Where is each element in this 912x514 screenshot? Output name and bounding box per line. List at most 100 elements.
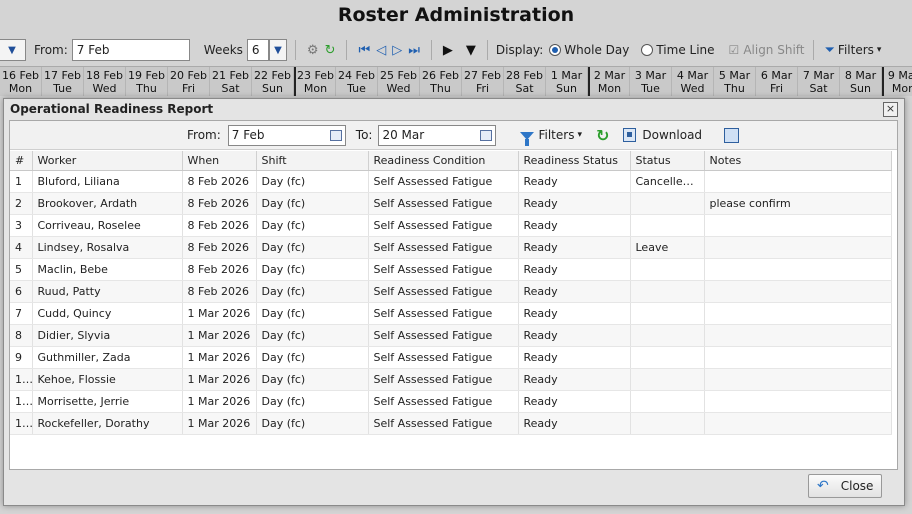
row-number: 9 [10, 346, 33, 369]
table-row[interactable]: 2 Brookover, Ardath 8 Feb 2026 Day (fc) Self… [10, 192, 892, 215]
shift-cell: Day (fc) [256, 214, 369, 237]
first-page-icon[interactable]: ⏮ [358, 43, 370, 58]
table-row[interactable]: 1 Bluford, Liliana 8 Feb 2026 Day (fc) Self … [10, 170, 892, 193]
status-cell [630, 412, 705, 435]
date-column-header[interactable]: 19 Feb Thu [126, 67, 168, 96]
shift-cell: Day (fc) [256, 390, 369, 413]
download-button[interactable]: Download [623, 128, 702, 142]
table-row[interactable]: 6 Ruud, Patty 8 Feb 2026 Day (fc) Self Asses… [10, 280, 892, 303]
date-column-header[interactable]: 1 Mar Sun [546, 67, 588, 96]
table-row[interactable]: 7 Cudd, Quincy 1 Mar 2026 Day (fc) Self Asse… [10, 302, 892, 325]
shift-cell: Day (fc) [256, 324, 369, 347]
close-icon[interactable]: × [883, 102, 898, 117]
status-cell [630, 324, 705, 347]
column-header[interactable]: Readiness Condition [368, 151, 519, 171]
weekday-label: Sun [556, 82, 577, 95]
date-label: 8 Mar [844, 69, 877, 82]
refresh-icon[interactable]: ↻ [325, 43, 336, 58]
weekday-label: Tue [347, 82, 366, 95]
calendar-icon[interactable] [480, 129, 493, 141]
column-header[interactable]: Worker [32, 151, 183, 171]
table-row[interactable]: 8 Didier, Slyvia 1 Mar 2026 Day (fc) Self As… [10, 324, 892, 347]
report-to-input[interactable]: 20 Mar [378, 124, 497, 146]
column-header[interactable]: When [182, 151, 257, 171]
weekday-label: Wed [680, 82, 705, 95]
table-row[interactable]: 10 Kehoe, Flossie 1 Mar 2026 Day (fc) Self A… [10, 368, 892, 391]
date-column-header[interactable]: 27 Feb Fri [462, 67, 504, 96]
date-column-header[interactable]: 24 Feb Tue [336, 67, 378, 96]
row-number: 3 [10, 214, 33, 237]
previous-icon[interactable]: ◁ [376, 43, 386, 58]
last-page-icon[interactable]: ⏭ [408, 43, 420, 58]
worker-cell: Cudd, Quincy [32, 302, 183, 325]
date-column-header[interactable]: 17 Feb Tue [42, 67, 84, 96]
filters-menu[interactable]: Filters [838, 43, 874, 57]
time-line-radio[interactable] [641, 44, 654, 56]
weekday-label: Wed [386, 82, 411, 95]
table-row[interactable]: 11 Morrisette, Jerrie 1 Mar 2026 Day (fc) Se… [10, 390, 892, 413]
date-label: 16 Feb [2, 69, 39, 82]
date-column-header[interactable]: 28 Feb Sat [504, 67, 546, 96]
align-shift-checkbox[interactable]: ☑ [729, 43, 740, 57]
gear-icon[interactable]: ⚙ [307, 43, 319, 58]
date-label: 7 Mar [802, 69, 835, 82]
table-header-row: # Worker When Shift Readiness Condition Readi… [10, 151, 892, 171]
from-date-input[interactable]: 7 Feb [71, 39, 190, 61]
refresh-icon[interactable]: ↻ [596, 126, 609, 145]
date-column-header[interactable]: 3 Mar Tue [630, 67, 672, 96]
worker-cell: Lindsey, Rosalva [32, 236, 183, 259]
calendar-icon[interactable] [329, 129, 342, 141]
date-label: 28 Feb [506, 69, 543, 82]
weeks-dropdown[interactable]: ▼ [268, 39, 287, 61]
date-column-header[interactable]: 18 Feb Wed [84, 67, 126, 96]
date-column-header[interactable]: 6 Mar Fri [756, 67, 798, 96]
table-row[interactable]: 12 Rockefeller, Dorathy 1 Mar 2026 Day (fc)… [10, 412, 892, 435]
date-column-header[interactable]: 26 Feb Thu [420, 67, 462, 96]
readiness-condition-cell: Self Assessed Fatigue [368, 236, 519, 259]
play-icon[interactable]: ▶ [443, 43, 453, 58]
table-row[interactable]: 4 Lindsey, Rosalva 8 Feb 2026 Day (fc) Self … [10, 236, 892, 259]
report-panel: From: 7 Feb To: 20 Mar Filters ▾ ↻ Downl… [9, 120, 898, 470]
table-row[interactable]: 5 Maclin, Bebe 8 Feb 2026 Day (fc) Self Asse… [10, 258, 892, 281]
date-column-header[interactable]: 2 Mar Mon [588, 67, 630, 96]
date-column-header[interactable]: 7 Mar Sat [798, 67, 840, 96]
export-spreadsheet-icon[interactable] [724, 127, 740, 143]
table-row[interactable]: 3 Corriveau, Roselee 8 Feb 2026 Day (fc) Sel… [10, 214, 892, 237]
date-column-header[interactable]: 9 MarMon [882, 67, 912, 96]
date-column-header[interactable]: 21 Feb Sat [210, 67, 252, 96]
status-cell [630, 192, 705, 215]
column-header[interactable]: # [10, 151, 33, 171]
close-button[interactable]: ↶ Close [808, 474, 882, 498]
date-column-header[interactable]: 23 Feb Mon [294, 67, 336, 96]
report-from-input[interactable]: 7 Feb [227, 124, 346, 146]
date-column-header[interactable]: 4 Mar Wed [672, 67, 714, 96]
column-header[interactable]: Readiness Status [518, 151, 631, 171]
when-cell: 8 Feb 2026 [182, 214, 257, 237]
weekday-label: Sat [221, 82, 240, 95]
table-row[interactable]: 9 Guthmiller, Zada 1 Mar 2026 Day (fc) Self … [10, 346, 892, 369]
readiness-status-cell: Ready [518, 214, 631, 237]
next-icon[interactable]: ▷ [392, 43, 402, 58]
report-table-wrapper: # Worker When Shift Readiness Condition Readi… [10, 151, 892, 435]
row-number: 11 [10, 390, 33, 413]
column-header[interactable]: Notes [704, 151, 892, 171]
readiness-status-cell: Ready [518, 170, 631, 193]
display-label: Display: [495, 43, 544, 57]
column-header[interactable]: Shift [256, 151, 369, 171]
date-column-header[interactable]: 20 Feb Fri [168, 67, 210, 96]
caret-down-icon[interactable]: ▼ [466, 43, 476, 58]
date-column-header[interactable]: 8 Mar Sun [840, 67, 882, 96]
filter-icon[interactable]: ⏷ [825, 43, 835, 58]
view-select[interactable]: ▼ [0, 39, 26, 61]
date-column-header[interactable]: 22 Feb Sun [252, 67, 294, 96]
whole-day-radio[interactable] [549, 44, 562, 56]
notes-cell [704, 170, 892, 193]
report-filter-bar: From: 7 Feb To: 20 Mar Filters ▾ ↻ Downl… [10, 121, 897, 150]
filters-button[interactable]: Filters ▾ [520, 128, 582, 146]
date-column-header[interactable]: 25 Feb Wed [378, 67, 420, 96]
weeks-input[interactable]: 6 [246, 39, 269, 61]
date-column-header[interactable]: 16 Feb Mon [0, 67, 42, 96]
date-column-header[interactable]: 5 Mar Thu [714, 67, 756, 96]
column-header[interactable]: Status [630, 151, 705, 171]
report-from-value: 7 Feb [231, 127, 265, 142]
